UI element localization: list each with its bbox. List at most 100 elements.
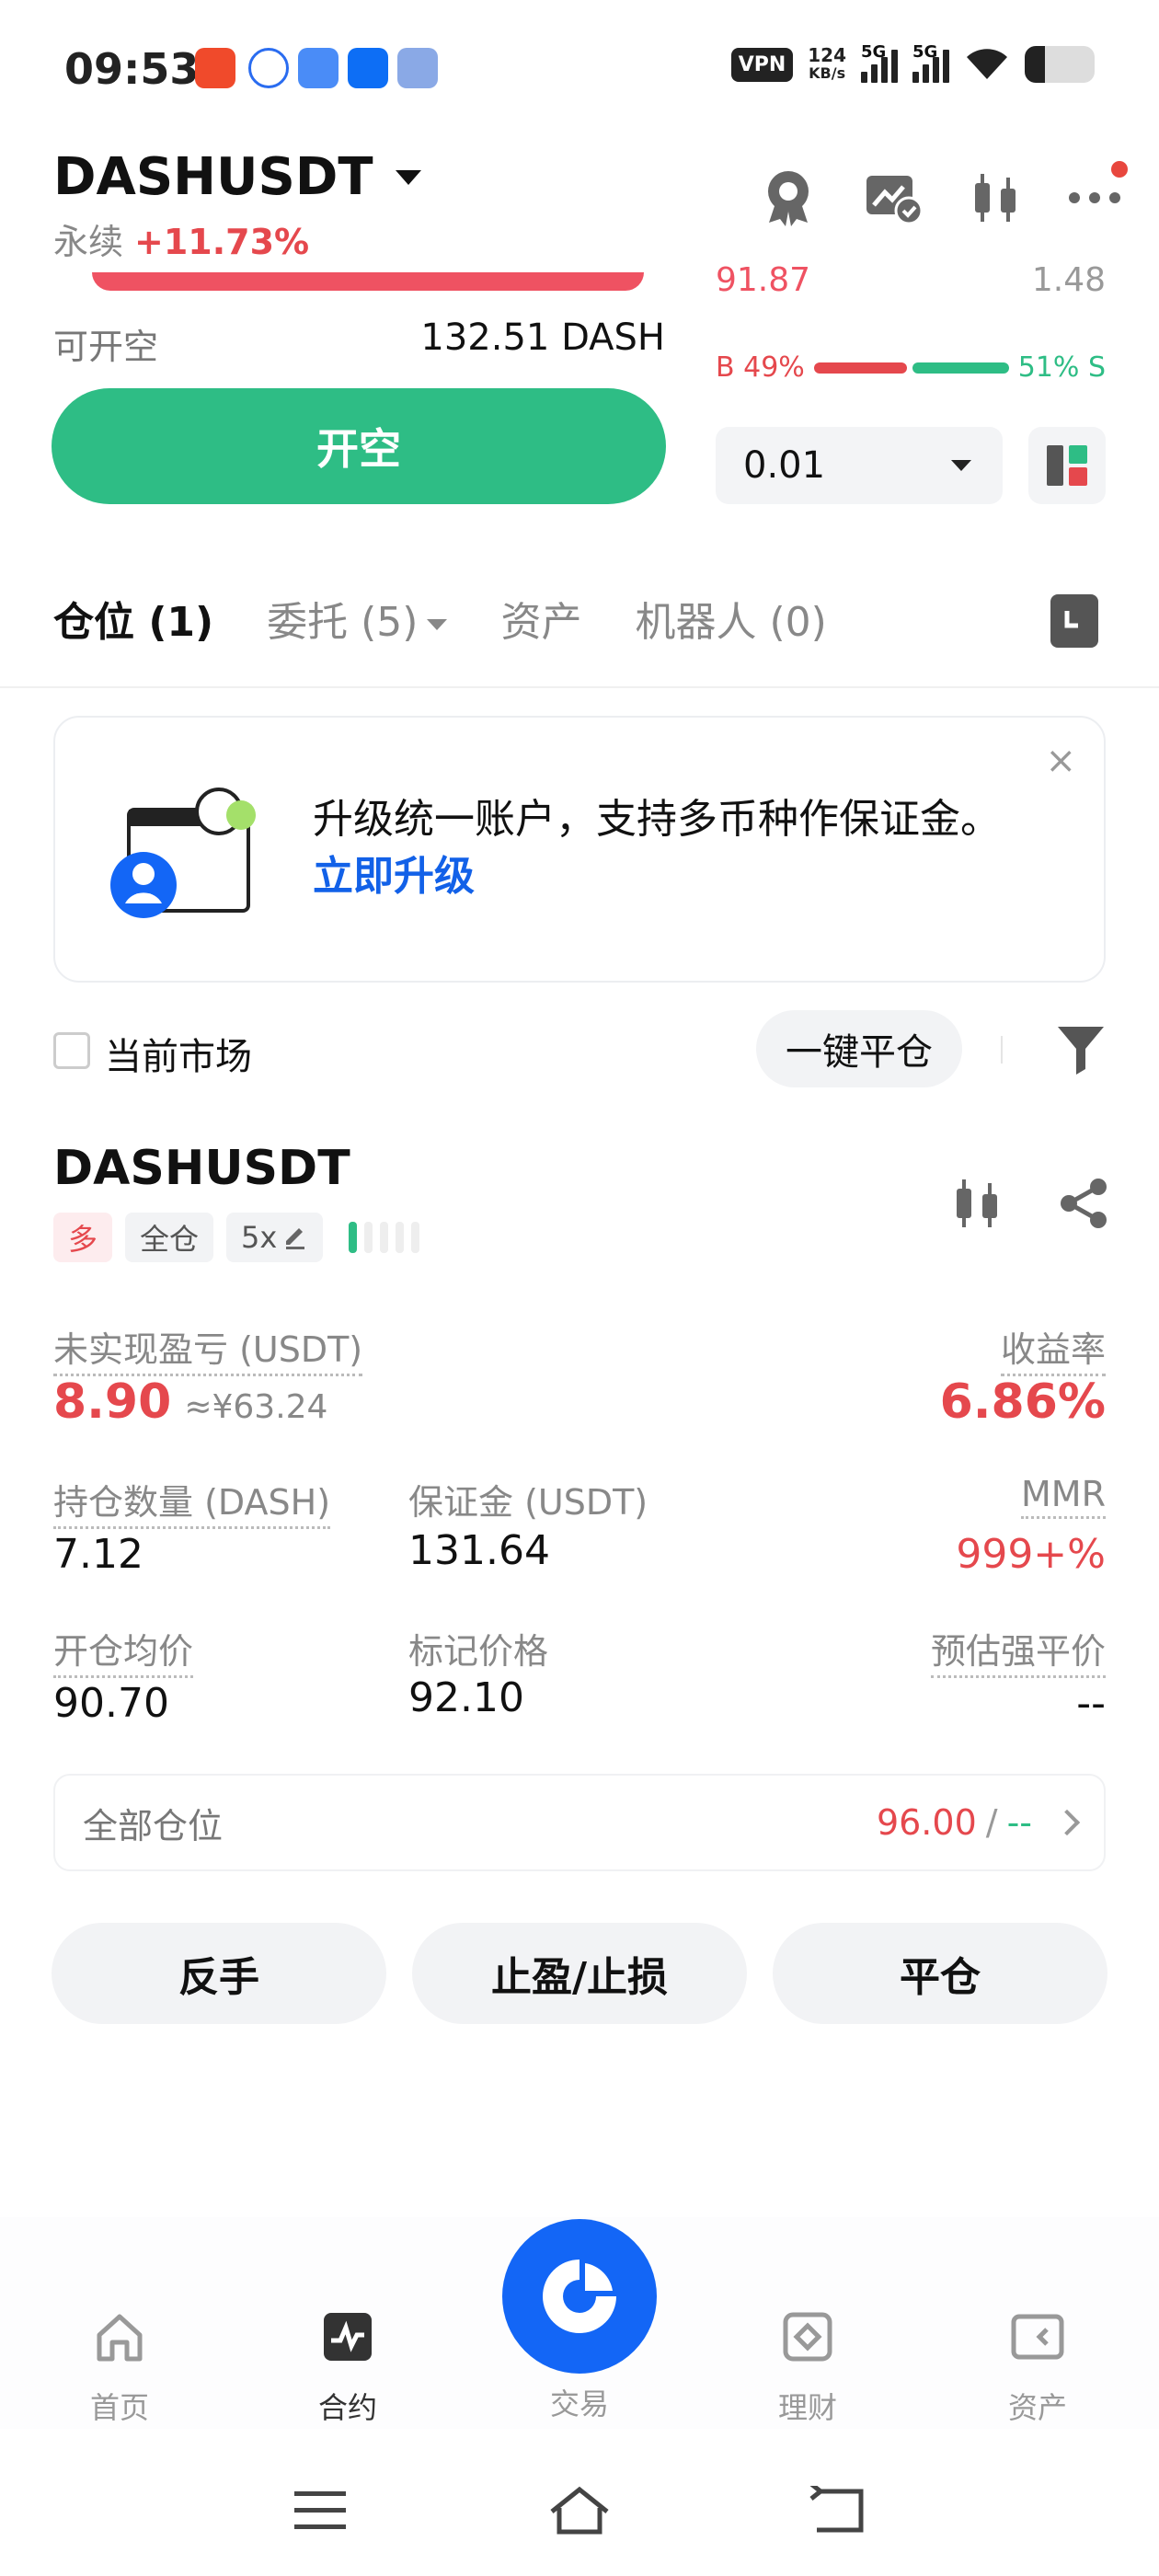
more-icon (1069, 192, 1120, 203)
orderbook-layout-button[interactable] (1028, 427, 1106, 504)
filter-icon[interactable] (1056, 1023, 1106, 1075)
sell-ratio: 51% S (1017, 351, 1106, 384)
unified-account-icon (110, 788, 256, 918)
trade-logo-icon (543, 2260, 616, 2333)
close-all-button[interactable]: 一键平仓 (756, 1010, 962, 1087)
symbol-title: DASHUSDT (53, 147, 373, 207)
orderbook-price: 91.87 (716, 261, 811, 299)
chevron-down-icon (395, 169, 421, 185)
orderbook-size: 1.48 (1031, 261, 1106, 299)
home-icon[interactable] (546, 2484, 613, 2536)
status-time: 09:53 (64, 44, 200, 94)
edit-icon (286, 1228, 305, 1249)
roe-value: 6.86% (939, 1374, 1106, 1430)
ratio-bar (813, 362, 1009, 374)
roe-label[interactable]: 收益率 (1000, 1321, 1106, 1376)
tpsl-button[interactable]: 止盈/止损 (412, 1923, 747, 2024)
chart-check-icon[interactable] (863, 170, 924, 225)
nav-home[interactable]: 首页 (55, 2309, 184, 2427)
wifi-icon (967, 49, 1007, 79)
precision-select[interactable]: 0.01 (716, 427, 1003, 504)
close-position-button[interactable]: 平仓 (773, 1923, 1107, 2024)
current-market-checkbox[interactable] (53, 1032, 90, 1069)
nav-trade-label: 交易 (549, 2386, 609, 2421)
chevron-down-icon (427, 619, 448, 630)
open-short-button[interactable]: 开空 (52, 388, 666, 504)
chevron-down-icon (951, 460, 971, 471)
candlestick-icon[interactable] (949, 1176, 1004, 1231)
zhihu-icon (348, 48, 388, 88)
futures-icon (324, 2313, 372, 2361)
battery-icon (1025, 46, 1095, 83)
position-tabs: 仓位 (1) 委托 (5) 资产 机器人 (0) (53, 589, 827, 648)
header-actions (758, 161, 1128, 228)
more-button[interactable] (1067, 161, 1128, 207)
position-size-label[interactable]: 持仓数量 (DASH) (53, 1474, 331, 1529)
buy-sell-ratio: B 49% 51% S (716, 351, 1106, 384)
all-positions-row[interactable]: 全部仓位 96.00 / -- (53, 1774, 1106, 1871)
banner-text: 升级统一账户，支持多币种作保证金。 立即升级 (313, 796, 1001, 900)
trade-button[interactable] (502, 2219, 657, 2374)
symbol-selector[interactable]: DASHUSDT (53, 147, 421, 207)
unrealized-pnl-value: 8.90 ≈¥63.24 (53, 1374, 328, 1430)
all-positions-label: 全部仓位 (83, 1805, 224, 1846)
notification-dot (1111, 161, 1128, 178)
upgrade-banner: 升级统一账户，支持多币种作保证金。 立即升级 × (53, 716, 1106, 983)
mmr-value: 999+% (956, 1531, 1106, 1578)
side-badge: 多 (53, 1213, 113, 1262)
tab-orders[interactable]: 委托 (5) (267, 589, 448, 648)
entry-price-label[interactable]: 开仓均价 (53, 1623, 194, 1678)
back-icon[interactable] (808, 2486, 866, 2536)
nav-assets[interactable]: 资产 (973, 2309, 1102, 2427)
earn-icon (783, 2312, 832, 2362)
app-notification-icon (195, 48, 235, 88)
buy-ratio: B 49% (716, 351, 805, 384)
candlestick-icon[interactable] (968, 170, 1023, 225)
position-actions (949, 1176, 1111, 1231)
badge-icon[interactable] (758, 167, 819, 228)
nav-earn[interactable]: 理财 (743, 2309, 872, 2427)
nav-futures[interactable]: 合约 (283, 2309, 412, 2427)
share-icon[interactable] (1056, 1176, 1111, 1231)
risk-level-indicator (349, 1222, 420, 1253)
mark-price-value: 92.10 (408, 1674, 524, 1721)
vpn-badge: VPN (730, 47, 794, 82)
app-notification-icon (248, 48, 289, 88)
position-filter-row: 当前市场 一键平仓 (53, 1010, 1106, 1087)
mmr-label[interactable]: MMR (1021, 1474, 1106, 1519)
history-icon[interactable] (1050, 594, 1098, 648)
current-market-label[interactable]: 当前市场 (105, 1027, 252, 1080)
upgrade-link[interactable]: 立即升级 (313, 853, 475, 900)
close-icon[interactable]: × (1045, 740, 1076, 782)
margin-mode-badge: 全仓 (125, 1213, 214, 1262)
available-short-value: 132.51 DASH (420, 316, 665, 359)
app-notification-icon (298, 48, 339, 88)
signal-icon: 5G (912, 42, 949, 83)
position-action-buttons: 反手 止盈/止损 平仓 (52, 1923, 1107, 2024)
orderbook-layout-icon (1047, 445, 1087, 486)
price-change: +11.73% (134, 222, 310, 262)
all-positions-value: 96.00 / -- (877, 1802, 1081, 1843)
symbol-subtitle: 永续 +11.73% (53, 222, 310, 262)
reverse-button[interactable]: 反手 (52, 1923, 386, 2024)
menu-icon[interactable] (293, 2488, 348, 2534)
sell-button-edge (92, 272, 644, 291)
unrealized-pnl-label[interactable]: 未实现盈亏 (USDT) (53, 1321, 363, 1376)
position-size-value: 7.12 (53, 1531, 143, 1578)
divider (1001, 1036, 1003, 1064)
divider (0, 686, 1159, 688)
tab-bots[interactable]: 机器人 (0) (635, 589, 826, 648)
liquidation-price-label[interactable]: 预估强平价 (930, 1623, 1106, 1678)
leverage-badge[interactable]: 5x (226, 1213, 324, 1262)
available-short-label: 可开空 (53, 327, 159, 367)
chevron-right-icon (1053, 1809, 1081, 1836)
position-symbol[interactable]: DASHUSDT (53, 1141, 350, 1196)
status-bar: 09:53 VPN 124 KB/s 5G 5G (0, 0, 1159, 138)
mark-price-label: 标记价格 (408, 1631, 549, 1672)
margin-value: 131.64 (408, 1527, 550, 1574)
liquidation-price-value: -- (1076, 1680, 1106, 1727)
tab-positions[interactable]: 仓位 (1) (53, 589, 213, 648)
signal-icon: 5G (861, 42, 898, 83)
tab-assets[interactable]: 资产 (500, 589, 581, 648)
app-notification-icon (397, 48, 438, 88)
